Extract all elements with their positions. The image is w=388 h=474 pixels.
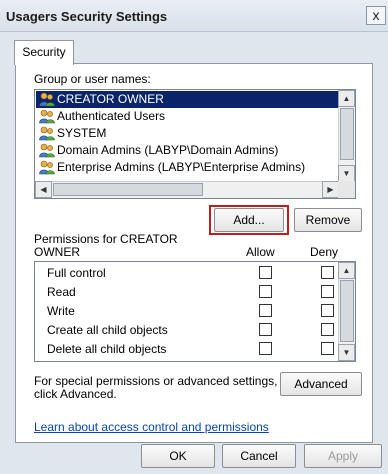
scroll-left-arrow-icon[interactable]: ◀ [35, 181, 52, 198]
user-list[interactable]: CREATOR OWNER Authenticated Users SYSTEM Do… [34, 89, 356, 199]
allow-column-header: Allow [246, 245, 275, 259]
user-name: Authenticated Users [57, 109, 166, 123]
scroll-down-arrow-icon[interactable]: ▼ [338, 165, 355, 182]
group-names-label: Group or user names: [34, 72, 151, 86]
scroll-right-arrow-icon[interactable]: ▶ [322, 181, 339, 198]
permission-row: Delete all child objects [35, 339, 339, 358]
permission-row: Read [35, 282, 339, 301]
scroll-thumb[interactable] [340, 108, 354, 160]
security-panel: Group or user names: CREATOR OWNER Authen… [15, 63, 373, 443]
permissions-list[interactable]: Full control Read Write Create all child… [34, 261, 356, 362]
deny-checkbox[interactable] [321, 266, 334, 279]
allow-checkbox[interactable] [259, 342, 272, 355]
permission-row: Full control [35, 263, 339, 282]
permission-name: Write [47, 304, 75, 318]
tab-security[interactable]: Security [14, 40, 74, 65]
permission-row: Write [35, 301, 339, 320]
user-list-items: CREATOR OWNER Authenticated Users SYSTEM Do… [36, 91, 338, 176]
scroll-thumb[interactable] [340, 280, 354, 342]
user-group-icon [39, 92, 55, 107]
horizontal-scroll-thumb[interactable] [53, 183, 203, 196]
user-list-item[interactable]: Authenticated Users [36, 108, 338, 125]
scroll-up-arrow-icon[interactable]: ▲ [338, 90, 355, 107]
user-group-icon [39, 160, 55, 175]
scroll-corner [338, 181, 355, 198]
deny-checkbox[interactable] [321, 342, 334, 355]
permission-row: Create all child objects [35, 320, 339, 339]
window-title: Usagers Security Settings [6, 9, 168, 24]
user-list-horizontal-scrollbar[interactable]: ◀ ▶ [35, 181, 339, 198]
user-name: Domain Admins (LABYP\Domain Admins) [57, 143, 279, 157]
add-button[interactable]: Add... [214, 208, 284, 232]
permission-name: Create all child objects [47, 323, 168, 337]
allow-checkbox[interactable] [259, 323, 272, 336]
allow-checkbox[interactable] [259, 266, 272, 279]
allow-checkbox[interactable] [259, 304, 272, 317]
deny-checkbox[interactable] [321, 304, 334, 317]
user-name: SYSTEM [57, 126, 107, 140]
user-list-item[interactable]: CREATOR OWNER [36, 91, 338, 108]
permissions-label-line1: Permissions for CREATOR [34, 232, 178, 246]
user-list-item[interactable]: Domain Admins (LABYP\Domain Admins) [36, 142, 338, 159]
allow-checkbox[interactable] [259, 285, 272, 298]
permission-name: Full control [47, 266, 106, 280]
scroll-up-arrow-icon[interactable]: ▲ [338, 262, 355, 279]
deny-checkbox[interactable] [321, 323, 334, 336]
permission-name: Read [47, 285, 76, 299]
advanced-button[interactable]: Advanced [280, 372, 362, 396]
user-list-vertical-scrollbar[interactable]: ▲ ▼ [338, 90, 355, 182]
user-list-item[interactable]: SYSTEM [36, 125, 338, 142]
user-name: Enterprise Admins (LABYP\Enterprise Admi… [57, 160, 306, 174]
user-group-icon [39, 126, 55, 141]
access-control-help-link[interactable]: Learn about access control and permissio… [34, 420, 269, 434]
ok-button[interactable]: OK [141, 444, 215, 468]
close-button[interactable]: x [366, 6, 386, 25]
user-name: CREATOR OWNER [57, 92, 164, 106]
apply-button[interactable]: Apply [304, 444, 382, 468]
permissions-vertical-scrollbar[interactable]: ▲ ▼ [338, 262, 355, 361]
user-list-item[interactable]: Enterprise Admins (LABYP\Enterprise Admi… [36, 159, 338, 176]
user-group-icon [39, 109, 55, 124]
title-bar: Usagers Security Settings x [0, 0, 388, 32]
scroll-down-arrow-icon[interactable]: ▼ [338, 344, 355, 361]
special-permissions-text-line2: click Advanced. [34, 387, 117, 401]
user-group-icon [39, 143, 55, 158]
permission-name: Delete all child objects [47, 342, 167, 356]
deny-column-header: Deny [310, 245, 339, 259]
deny-checkbox[interactable] [321, 285, 334, 298]
cancel-button[interactable]: Cancel [222, 444, 296, 468]
remove-button[interactable]: Remove [294, 208, 362, 232]
permissions-label-line2: OWNER [34, 245, 80, 259]
special-permissions-text-line1: For special permissions or advanced sett… [34, 374, 278, 388]
